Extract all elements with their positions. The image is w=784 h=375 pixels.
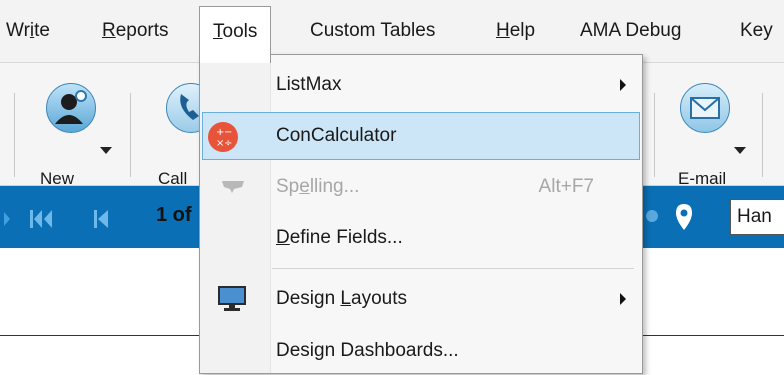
- ribbon-separator: [654, 93, 655, 177]
- menu-tools[interactable]: Tools: [199, 6, 272, 63]
- menu-item-design-dashboards[interactable]: Design Dashboards...: [202, 327, 640, 375]
- menu-help[interactable]: Help: [496, 0, 535, 62]
- tools-dropdown-menu: ListMax + − × ÷ ConCalculator Spelling..…: [199, 54, 643, 374]
- menu-item-accel: L: [340, 288, 351, 309]
- svg-text:−: −: [224, 127, 232, 138]
- menu-item-accel: e: [299, 176, 310, 197]
- menu-help-accel: H: [496, 20, 510, 41]
- menu-custom-tables-text: Custom Tables: [310, 20, 436, 41]
- partial-arrow-icon: [4, 212, 10, 226]
- menu-item-concalculator[interactable]: + − × ÷ ConCalculator: [202, 112, 640, 160]
- location-pin-icon[interactable]: [676, 204, 692, 230]
- menu-item-label-end: efine Fields...: [289, 227, 403, 248]
- email-dropdown-caret[interactable]: [734, 147, 746, 154]
- calculator-icon: + − × ÷: [208, 122, 238, 152]
- menu-custom-tables[interactable]: Custom Tables: [310, 0, 435, 62]
- menu-item-label-end: lling...: [309, 176, 360, 197]
- nav-right-icons: [646, 204, 692, 230]
- menu-item-label: Design: [276, 288, 341, 309]
- svg-text:÷: ÷: [224, 138, 232, 149]
- menu-item-define-fields[interactable]: Define Fields...: [202, 214, 640, 262]
- menu-item-accel: D: [276, 227, 290, 248]
- menu-key[interactable]: Key: [740, 0, 773, 62]
- new-dropdown-caret[interactable]: [100, 147, 112, 154]
- email-icon: [680, 83, 730, 133]
- monitor-icon: [218, 286, 246, 311]
- record-position: 1 of: [156, 204, 192, 226]
- menu-item-label-end: ayouts: [351, 288, 407, 309]
- menu-separator: [272, 268, 634, 269]
- email-button[interactable]: E-mail: [672, 83, 746, 188]
- menu-reports-text-end: eports: [115, 20, 169, 41]
- menu-item-label: ListMax: [276, 74, 342, 95]
- envelope-glyph: [690, 97, 720, 119]
- menu-item-shortcut: Alt+F7: [538, 176, 594, 197]
- menu-item-label: Design Dashboards...: [276, 340, 459, 361]
- ribbon-separator: [14, 93, 15, 177]
- ribbon-separator: [130, 93, 131, 177]
- menu-key-text: Key: [740, 20, 773, 41]
- menu-reports-accel: R: [102, 20, 116, 41]
- search-input[interactable]: Han: [730, 199, 784, 235]
- previous-record-icon[interactable]: [94, 210, 108, 228]
- menu-item-label: Sp: [276, 176, 300, 197]
- menu-help-text-end: elp: [509, 20, 536, 41]
- partial-map-icon: [646, 210, 658, 222]
- submenu-arrow-icon: [620, 79, 626, 91]
- menu-tools-accel: T: [213, 21, 223, 42]
- submenu-arrow-icon: [620, 293, 626, 305]
- menu-write[interactable]: Write: [6, 0, 50, 62]
- menu-reports[interactable]: Reports: [102, 0, 169, 62]
- ribbon-separator: [762, 93, 763, 177]
- menu-ama-debug-text: AMA Debug: [580, 20, 682, 41]
- new-contact-glyph: [55, 90, 87, 124]
- new-contact-icon: [46, 83, 96, 133]
- new-button[interactable]: New: [38, 83, 112, 188]
- menu-write-text: Wr: [6, 20, 30, 41]
- menu-tools-text-end: ools: [222, 21, 258, 42]
- menu-item-spelling[interactable]: Spelling... Alt+F7: [202, 163, 640, 211]
- menu-ama-debug[interactable]: AMA Debug: [580, 0, 681, 62]
- spelling-icon: [222, 181, 244, 193]
- menu-item-listmax[interactable]: ListMax: [202, 61, 640, 109]
- menu-item-design-layouts[interactable]: Design Layouts: [202, 275, 640, 323]
- first-record-icon[interactable]: [30, 210, 52, 228]
- menu-write-text-end: te: [34, 20, 51, 41]
- menu-item-label: ConCalculator: [276, 125, 397, 146]
